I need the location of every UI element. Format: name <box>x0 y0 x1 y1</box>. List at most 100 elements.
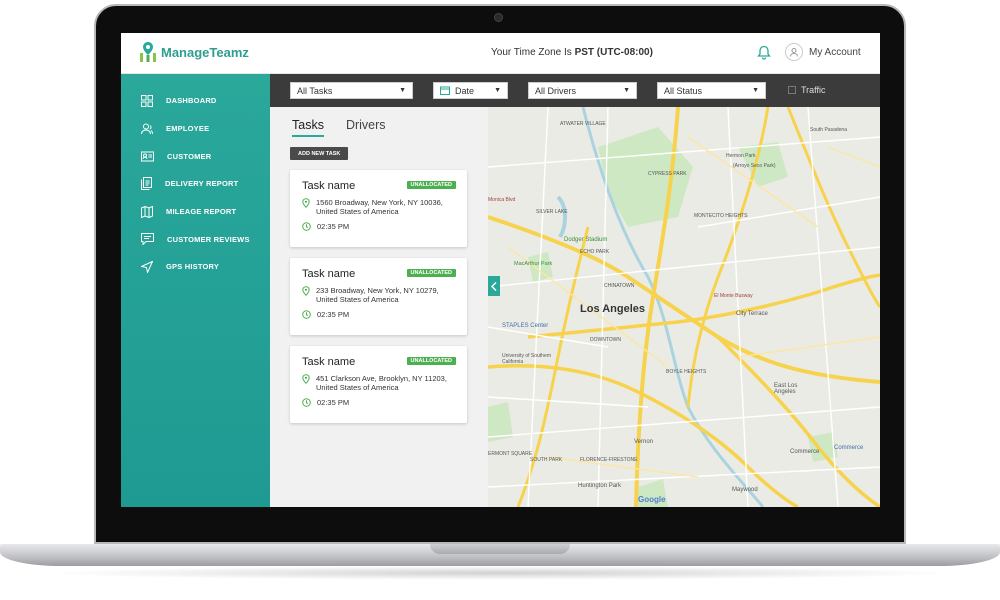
delivery-report-icon <box>141 177 152 191</box>
status-badge: UNALLOCATED <box>406 181 456 189</box>
status-badge: UNALLOCATED <box>406 357 456 365</box>
account-menu[interactable]: My Account <box>785 43 861 61</box>
map-label-boyle: BOYLE HEIGHTS <box>666 369 707 375</box>
timezone-value: PST (UTC-08:00) <box>574 47 653 58</box>
map-label-el-monte: El Monte Busway <box>714 293 753 299</box>
sidebar-item-label: DASHBOARD <box>166 96 217 106</box>
map-label-cypress: CYPRESS PARK <box>648 171 687 177</box>
sidebar-item-label: GPS HISTORY <box>166 262 220 272</box>
chevron-down-icon: ▼ <box>623 87 630 94</box>
map-label-macarthur: MacArthur Park <box>514 261 553 267</box>
task-time: 02:35 PM <box>317 222 350 231</box>
sidebar-item-label: DELIVERY REPORT <box>165 179 239 189</box>
task-time: 02:35 PM <box>317 310 350 319</box>
sidebar-item-mileage-report[interactable]: MILEAGE REPORT <box>121 198 270 226</box>
map-view[interactable]: ATWATER VILLAGE Hermon Park (Arroyo Seco… <box>488 107 880 507</box>
map-label-atwater: ATWATER VILLAGE <box>560 121 606 127</box>
traffic-checkbox[interactable] <box>788 86 796 94</box>
map-label-hermon: Hermon Park <box>726 153 756 159</box>
logo-icon <box>140 42 156 62</box>
task-address-line1: 233 Broadway, New York, NY 10279, <box>316 286 439 295</box>
map-label-city-terrace: City Terrace <box>736 311 768 317</box>
task-address-line2: United States of America <box>316 295 399 304</box>
employee-icon <box>141 123 153 134</box>
map-label-chinatown: CHINATOWN <box>604 283 635 289</box>
status-badge: UNALLOCATED <box>406 269 456 277</box>
map-label-staples: STAPLES Center <box>502 323 549 329</box>
clock-icon <box>302 310 311 319</box>
chevron-down-icon: ▼ <box>494 87 501 94</box>
task-address-line1: 451 Clarkson Ave, Brooklyn, NY 11203, <box>316 374 447 383</box>
sidebar-item-employee[interactable]: EMPLOYEE <box>121 115 270 143</box>
date-filter-select[interactable]: Date ▼ <box>433 82 508 99</box>
sidebar-item-delivery-report[interactable]: DELIVERY REPORT <box>121 170 270 198</box>
map-label-dodger: Dodger Stadium <box>564 237 608 243</box>
location-pin-icon <box>302 198 310 208</box>
filter-bar: All Tasks ▼ Date ▼ All Drivers ▼ All Sta… <box>270 74 880 107</box>
clock-icon <box>302 222 311 231</box>
clock-icon <box>302 398 311 407</box>
task-card[interactable]: Task name UNALLOCATED 233 Broadway, New … <box>290 258 467 335</box>
sidebar-item-customer-reviews[interactable]: CUSTOMER REVIEWS <box>121 225 270 253</box>
top-header: ManageTeamz Your Time Zone Is PST (UTC-0… <box>121 33 880 74</box>
date-filter-value: Date <box>455 85 475 96</box>
customer-icon <box>141 151 154 162</box>
task-card[interactable]: Task name UNALLOCATED 1560 Broadway, New… <box>290 170 467 247</box>
app-name: ManageTeamz <box>161 44 249 60</box>
sidebar: DASHBOARD EMPLOYEE CUSTOMER DELIVERY REP… <box>121 74 270 507</box>
tasks-filter-value: All Tasks <box>297 85 333 96</box>
chevron-down-icon: ▼ <box>752 87 759 94</box>
map-label-arroyo: (Arroyo Seco Park) <box>733 163 776 169</box>
map-label-silver-lake: SILVER LAKE <box>536 209 568 215</box>
chevron-left-icon <box>491 281 497 291</box>
task-card[interactable]: Task name UNALLOCATED 451 Clarkson Ave, … <box>290 346 467 423</box>
timezone-text: Your Time Zone Is PST (UTC-08:00) <box>491 47 653 58</box>
tab-tasks[interactable]: Tasks <box>292 118 324 137</box>
sidebar-item-gps-history[interactable]: GPS HISTORY <box>121 253 270 281</box>
traffic-label: Traffic <box>801 85 826 95</box>
laptop-shadow <box>40 566 960 580</box>
drivers-filter-value: All Drivers <box>535 85 577 96</box>
task-address-line2: United States of America <box>316 383 399 392</box>
calendar-icon <box>440 86 450 95</box>
laptop-notch <box>430 544 570 554</box>
google-logo: Google <box>638 495 666 504</box>
map-label-south-park: SOUTH PARK <box>530 457 563 463</box>
bell-icon[interactable] <box>757 45 771 60</box>
status-filter-select[interactable]: All Status ▼ <box>657 82 766 99</box>
status-filter-value: All Status <box>664 85 703 96</box>
map-icon <box>141 205 153 218</box>
sidebar-item-label: CUSTOMER REVIEWS <box>167 234 250 244</box>
timezone-prefix: Your Time Zone Is <box>491 47 575 58</box>
sidebar-item-label: CUSTOMER <box>167 151 212 161</box>
map-background <box>488 107 880 507</box>
sidebar-item-customer[interactable]: CUSTOMER <box>121 142 270 170</box>
tasks-filter-select[interactable]: All Tasks ▼ <box>290 82 413 99</box>
map-label-maywood: Maywood <box>732 487 758 493</box>
app-logo[interactable]: ManageTeamz <box>139 41 249 63</box>
task-address-line2: United States of America <box>316 207 399 216</box>
camera-icon <box>494 13 503 22</box>
map-label-vernon: Vernon <box>634 439 654 445</box>
app-screen: ManageTeamz Your Time Zone Is PST (UTC-0… <box>121 33 880 507</box>
map-label-huntington: Huntington Park <box>578 483 622 489</box>
sidebar-item-label: MILEAGE REPORT <box>166 207 237 217</box>
traffic-toggle[interactable]: Traffic <box>788 85 826 95</box>
drivers-filter-select[interactable]: All Drivers ▼ <box>528 82 637 99</box>
map-label-commerce: Commerce <box>790 449 820 455</box>
sidebar-item-dashboard[interactable]: DASHBOARD <box>121 87 270 115</box>
account-label: My Account <box>809 46 861 58</box>
map-label-east-la: East Los Angeles <box>774 383 798 395</box>
collapse-panel-button[interactable] <box>488 276 500 296</box>
sidebar-item-label: EMPLOYEE <box>166 124 210 134</box>
map-label-florence: FLORENCE-FIRESTONE <box>580 457 638 463</box>
add-new-task-button[interactable]: ADD NEW TASK <box>290 147 349 160</box>
tab-drivers[interactable]: Drivers <box>346 118 386 137</box>
map-label-commerce-poi: Commerce <box>834 445 864 451</box>
location-pin-icon <box>302 286 310 296</box>
dashboard-icon <box>141 94 153 107</box>
map-label-south-pasadena: South Pasadena <box>810 127 847 133</box>
map-label-monica: Monica Blvd <box>488 197 516 203</box>
map-label-echo: ECHO PARK <box>580 249 610 255</box>
map-label-downtown: DOWNTOWN <box>590 337 622 343</box>
